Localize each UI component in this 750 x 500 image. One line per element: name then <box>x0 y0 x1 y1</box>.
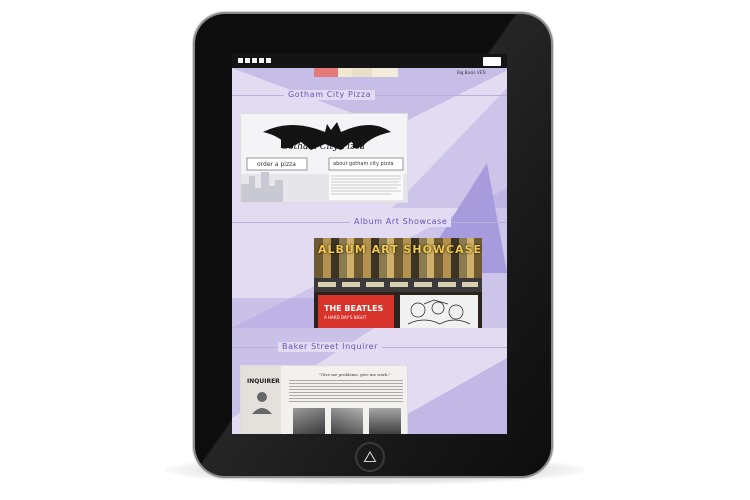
triangle-icon <box>363 450 377 463</box>
revolver-sketch <box>407 299 471 325</box>
gotham-pizza-thumbnail[interactable]: Gotham City Pizza order a pizza about go… <box>240 113 408 203</box>
battery-icon <box>483 57 501 66</box>
album-banner-text: ALBUM ART SHOWCASE <box>318 243 482 256</box>
inquirer-silhouette <box>252 392 272 414</box>
album-tabs <box>318 282 478 287</box>
section-title-album[interactable]: Album Art Showcase <box>350 217 452 227</box>
album-cover-subtitle: A HARD DAY'S NIGHT <box>324 315 367 320</box>
previous-item-thumbnails <box>314 68 398 77</box>
section-title-gotham[interactable]: Gotham City Pizza <box>284 90 376 100</box>
order-pizza-button[interactable]: order a pizza <box>257 161 296 168</box>
inquirer-quote: "Give me problems, give me work." <box>319 372 391 377</box>
previous-item-caption: Big Basin VETs <box>457 70 486 75</box>
inquirer-photo-3 <box>369 408 401 434</box>
section-title-baker[interactable]: Baker Street Inquirer <box>278 342 383 352</box>
home-button[interactable] <box>355 442 385 472</box>
inquirer-photo-2 <box>331 408 363 434</box>
about-gotham-button[interactable]: about gotham city pizza <box>333 161 393 168</box>
album-cover-title: THE BEATLES <box>324 304 384 313</box>
inquirer-article-lines <box>289 380 403 402</box>
inquirer-masthead: INQUIRER <box>247 378 280 385</box>
baker-street-thumbnail[interactable]: INQUIRER "Give me problems, give me work… <box>240 365 408 434</box>
tablet-screen: Big Basin VETs Gotham City Pizza Gotham … <box>232 54 507 434</box>
gotham-logo-text: Gotham City Pizza <box>281 142 365 152</box>
status-bar <box>232 54 507 68</box>
gotham-skyline-logo <box>241 122 407 202</box>
album-art-thumbnail[interactable]: ALBUM ART SHOWCASE THE BEATLES A HARD DA… <box>314 238 482 328</box>
signal-bars-icon <box>238 58 271 63</box>
portfolio-page[interactable]: Big Basin VETs Gotham City Pizza Gotham … <box>232 68 507 434</box>
inquirer-photo-1 <box>293 408 325 434</box>
